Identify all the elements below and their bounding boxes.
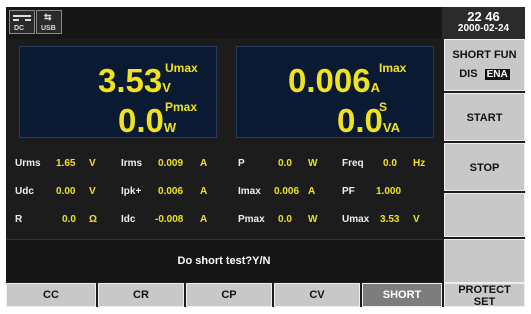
pmax-unit: W bbox=[163, 120, 177, 135]
reading-value: 0.006 bbox=[158, 186, 184, 197]
instrument-screen: DC ⇆ USB 22 46 2000-02-24 3.53V Umax 0.0… bbox=[6, 7, 525, 307]
reading-label: Urms bbox=[15, 158, 41, 169]
reading-unit: A bbox=[200, 214, 208, 225]
umax-value: 3.53 bbox=[98, 62, 163, 99]
start-button[interactable]: START bbox=[444, 93, 525, 141]
clock-date: 2000-02-24 bbox=[457, 23, 510, 34]
reading-label: Imax bbox=[238, 186, 261, 197]
short-fun-disable-option[interactable]: DIS bbox=[459, 68, 477, 80]
dc-label: DC bbox=[14, 25, 25, 32]
reading-unit: V bbox=[413, 214, 420, 225]
stop-button[interactable]: STOP bbox=[444, 143, 525, 191]
mode-cv-button[interactable]: CV bbox=[274, 283, 360, 307]
reading-label: Ipk+ bbox=[121, 186, 142, 197]
reading-unit: A bbox=[308, 186, 316, 197]
clock: 22 46 2000-02-24 bbox=[442, 7, 525, 39]
current-apparent-power-display: 0.006A Imax 0.0VA S bbox=[236, 46, 434, 138]
mode-cr-button[interactable]: CR bbox=[98, 283, 184, 307]
reading-label: R bbox=[15, 214, 23, 225]
blank-softkey[interactable] bbox=[444, 193, 525, 237]
mode-cp-button[interactable]: CP bbox=[186, 283, 272, 307]
reading-value: 0.0 bbox=[278, 158, 292, 169]
status-bar: DC ⇆ USB bbox=[6, 7, 442, 39]
reading-value: 0.00 bbox=[56, 186, 76, 197]
reading-label: Pmax bbox=[238, 214, 265, 225]
short-fun-title: SHORT FUN bbox=[452, 49, 517, 61]
protect-line2: SET bbox=[473, 296, 496, 307]
voltage-power-display: 3.53V Umax 0.0W Pmax bbox=[19, 46, 217, 138]
reading-unit: W bbox=[308, 158, 318, 169]
reading-value: 0.006 bbox=[274, 186, 300, 197]
reading-label: Udc bbox=[15, 186, 34, 197]
reading-value: 1.65 bbox=[56, 158, 76, 169]
clock-time: 22 46 bbox=[467, 9, 500, 24]
reading-label: PF bbox=[342, 186, 355, 197]
mode-short-button[interactable]: SHORT bbox=[362, 283, 442, 307]
reading-label: Idc bbox=[121, 214, 136, 225]
reading-unit: V bbox=[89, 158, 96, 169]
protect-line1: PROTECT bbox=[458, 284, 511, 296]
s-value: 0.0 bbox=[337, 102, 383, 139]
reading-label: P bbox=[238, 158, 245, 169]
reading-value: 1.000 bbox=[376, 186, 402, 197]
usb-symbol: ⇆ bbox=[44, 12, 52, 22]
reading-unit: A bbox=[200, 186, 208, 197]
short-function-toggle[interactable]: SHORT FUN DIS ENA bbox=[444, 39, 525, 91]
imax-label: Imax bbox=[379, 61, 407, 75]
reading-unit: A bbox=[200, 158, 208, 169]
mode-cc-button[interactable]: CC bbox=[6, 283, 96, 307]
reading-label: Umax bbox=[342, 214, 370, 225]
blank-softkey[interactable] bbox=[444, 239, 525, 283]
pmax-value: 0.0 bbox=[118, 102, 164, 139]
reading-value: 0.0 bbox=[383, 158, 397, 169]
measurement-readings: Urms 1.65 V Irms 0.009 A P 0.0 W Freq 0.… bbox=[6, 151, 442, 235]
reading-unit: W bbox=[308, 214, 318, 225]
pmax-label: Pmax bbox=[165, 100, 198, 114]
umax-unit: V bbox=[162, 80, 171, 95]
reading-value: 0.0 bbox=[278, 214, 292, 225]
protect-set-button[interactable]: PROTECT SET bbox=[444, 283, 525, 307]
prompt-text: Do short test?Y/N bbox=[177, 255, 271, 267]
dc-symbol bbox=[13, 15, 31, 21]
prompt-area: Do short test?Y/N bbox=[6, 239, 442, 282]
reading-unit: Ω bbox=[89, 214, 98, 225]
reading-value: 0.009 bbox=[158, 158, 184, 169]
reading-value: 0.0 bbox=[62, 214, 76, 225]
imax-readout: 0.006A bbox=[288, 64, 380, 97]
reading-label: Freq bbox=[342, 158, 364, 169]
reading-unit: V bbox=[89, 186, 96, 197]
umax-label: Umax bbox=[165, 61, 198, 75]
usb-label: USB bbox=[41, 25, 56, 32]
reading-value: -0.008 bbox=[155, 214, 184, 225]
imax-unit: A bbox=[370, 80, 380, 95]
umax-readout: 3.53V bbox=[98, 64, 171, 97]
imax-value: 0.006 bbox=[288, 62, 371, 99]
short-fun-options: DIS ENA bbox=[445, 68, 524, 80]
reading-unit: Hz bbox=[413, 158, 426, 169]
reading-label: Irms bbox=[121, 158, 143, 169]
reading-value: 3.53 bbox=[380, 214, 400, 225]
s-label: S bbox=[379, 100, 388, 114]
usb-icon: ⇆ USB bbox=[36, 10, 62, 34]
short-fun-enable-option[interactable]: ENA bbox=[484, 69, 510, 80]
dc-mode-icon: DC bbox=[9, 10, 35, 34]
s-unit: VA bbox=[382, 120, 400, 135]
s-readout: 0.0VA bbox=[337, 104, 400, 137]
